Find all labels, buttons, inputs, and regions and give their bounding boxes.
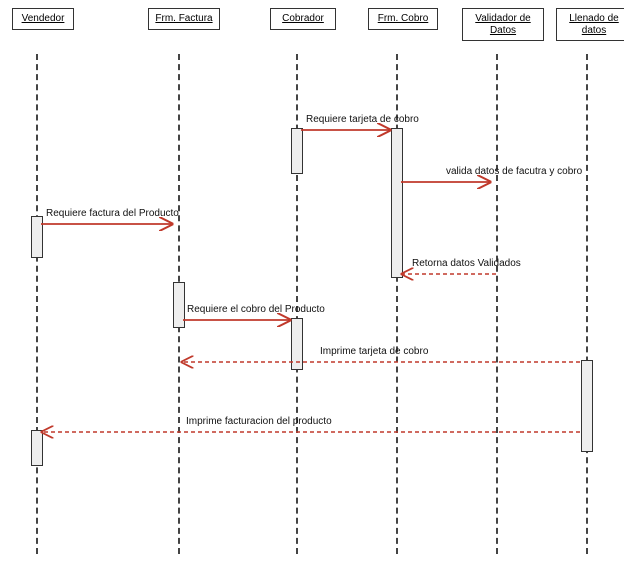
label-imprime-facturacion: Imprime facturacion del producto — [186, 416, 332, 427]
label-requiere-tarjeta: Requiere tarjeta de cobro — [306, 114, 419, 125]
label-imprime-tarjeta: Imprime tarjeta de cobro — [320, 346, 428, 357]
label-requiere-cobro: Requiere el cobro del Producto — [187, 304, 325, 315]
label-retorna-datos: Retorna datos Validados — [412, 258, 521, 269]
label-valida-datos: valida datos de facutra y cobro — [446, 166, 582, 177]
label-requiere-factura: Requiere factura del Producto — [46, 208, 179, 219]
